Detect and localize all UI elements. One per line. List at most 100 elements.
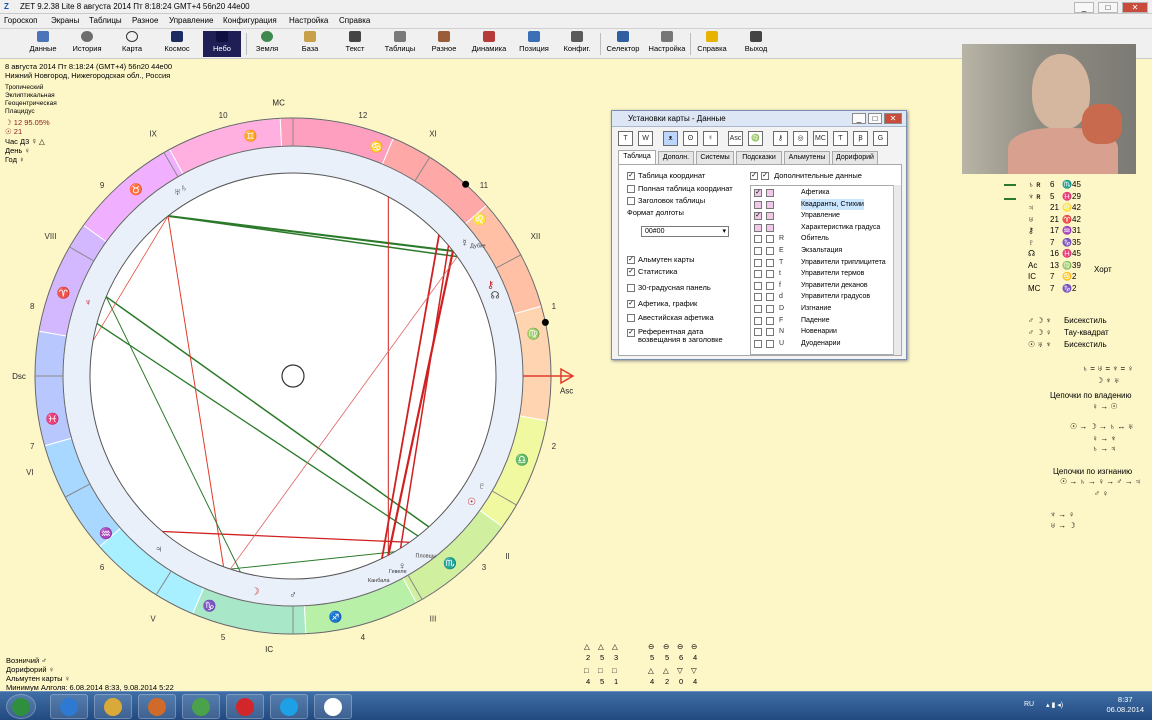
dialog-tool-button[interactable]: ♍ [748, 131, 763, 146]
taskbar-clock[interactable]: 8:37 06.08.2014 [1106, 695, 1144, 715]
item-checkbox[interactable] [766, 281, 774, 290]
extra-data-item[interactable]: T Управители триплицитета [751, 257, 897, 269]
dialog-tool-button[interactable]: ⚷ [773, 131, 788, 146]
language-indicator[interactable]: RU [1024, 701, 1034, 708]
dialog-tool-button[interactable]: Asc [728, 131, 743, 146]
option-checkbox[interactable]: ✓ [627, 268, 635, 277]
taskbar-media-button[interactable] [138, 694, 176, 719]
item-checkbox[interactable] [766, 258, 774, 267]
item-checkbox[interactable] [766, 293, 774, 302]
option-checkbox[interactable]: ✓ [627, 172, 635, 181]
extra-data-item[interactable]: t Управители термов [751, 268, 897, 280]
natal-chart-wheel[interactable]: ♊♉♈♓♒♑♐♏♎♍♌♋1098765 43211112IXVIIIVIVXIXI… [0, 0, 600, 690]
dialog-minimize-button[interactable]: _ [852, 113, 866, 124]
item-checkbox[interactable] [766, 247, 774, 255]
item-checkbox[interactable] [766, 305, 774, 313]
option-checkbox[interactable]: ✓ [627, 329, 635, 338]
item-checkbox[interactable] [766, 328, 774, 337]
option-row[interactable]: ✓ Афетика, график [627, 299, 697, 309]
dialog-tab[interactable]: Системы [696, 151, 734, 164]
extra-data-item[interactable]: R Обитель [751, 233, 897, 245]
item-checkbox[interactable] [754, 258, 762, 267]
toolbar-exit[interactable]: Выход [742, 31, 770, 57]
item-checkbox[interactable] [754, 316, 762, 325]
option-row[interactable]: ✓ Таблица координат [627, 171, 705, 181]
dialog-close-button[interactable]: ✕ [884, 113, 902, 124]
item-checkbox[interactable] [754, 328, 762, 337]
item-checkbox[interactable] [754, 200, 762, 209]
item-checkbox[interactable] [766, 212, 774, 221]
item-checkbox[interactable] [766, 270, 774, 279]
extra-data-item[interactable]: Квадранты, Стихии [751, 198, 897, 211]
item-checkbox[interactable] [766, 189, 774, 197]
dialog-tool-button[interactable]: W [638, 131, 653, 146]
extra-data-item[interactable]: E Экзальтация [751, 245, 897, 257]
taskbar-start-button[interactable] [6, 694, 36, 719]
extra-data-item[interactable]: N Новенарии [751, 326, 897, 338]
option-checkbox[interactable] [627, 284, 635, 293]
extra-data-item[interactable]: ✓ Афетика [751, 187, 897, 199]
extra-data-item[interactable]: d Управители градусов [751, 291, 897, 303]
option-checkbox[interactable]: ✓ [627, 256, 635, 265]
item-checkbox[interactable] [754, 281, 762, 290]
item-checkbox[interactable] [754, 305, 762, 313]
extra-data-item[interactable]: f Управители деканов [751, 280, 897, 292]
dialog-tool-button[interactable]: ʘ [683, 131, 698, 146]
extra-data-item[interactable]: D Изгнание [751, 303, 897, 315]
item-checkbox[interactable] [754, 339, 762, 348]
dialog-tab[interactable]: Дорифорий [832, 151, 878, 164]
dialog-tab[interactable]: Подсказки [736, 151, 782, 164]
dialog-tool-button[interactable]: MC [813, 131, 828, 146]
dialog-tool-button[interactable]: ◎ [793, 131, 808, 146]
item-checkbox[interactable]: ✓ [754, 212, 762, 221]
item-checkbox[interactable] [754, 223, 762, 232]
option-row[interactable]: ✓ Референтная дата возвещания в заголовке [627, 328, 738, 344]
option-checkbox[interactable] [627, 185, 635, 194]
dialog-tab[interactable]: Альмутены [784, 151, 830, 164]
item-checkbox[interactable] [754, 270, 762, 279]
taskbar-explorer-button[interactable] [94, 694, 132, 719]
option-row[interactable]: 30-градусная панель [627, 283, 711, 293]
list-scrollbar[interactable] [893, 185, 901, 355]
item-checkbox[interactable]: ✓ [754, 189, 762, 197]
taskbar-chrome-button[interactable] [182, 694, 220, 719]
dialog-maximize-button[interactable]: □ [868, 113, 882, 124]
taskbar-ie-button[interactable] [50, 694, 88, 719]
close-button[interactable]: ✕ [1122, 2, 1148, 13]
dialog-tool-button[interactable]: G [873, 131, 888, 146]
extra-data-item[interactable]: ✓ Управление [751, 210, 897, 222]
taskbar-skype-button[interactable] [270, 694, 308, 719]
extra-data-item[interactable]: Характеристика градуса [751, 222, 897, 234]
maximize-button[interactable]: □ [1098, 2, 1118, 13]
taskbar-opera-button[interactable] [226, 694, 264, 719]
toolbar-help[interactable]: Справка [695, 31, 729, 57]
extra-data-item[interactable]: U Дуоденарии [751, 338, 897, 350]
dialog-tab[interactable]: Таблица [618, 150, 656, 164]
option-checkbox[interactable]: ✓ [627, 300, 635, 309]
dialog-tool-button[interactable]: Ƭ [833, 131, 848, 146]
item-checkbox[interactable] [754, 293, 762, 302]
option-row[interactable]: Формат долготы [627, 208, 684, 217]
toolbar-settings[interactable]: Настройка [647, 31, 687, 57]
item-checkbox[interactable] [766, 200, 774, 209]
toolbar-selector[interactable]: Селектор [605, 31, 641, 57]
option-row[interactable]: ✓ Статистика [627, 267, 677, 277]
option-row[interactable]: Заголовок таблицы [627, 196, 705, 206]
item-checkbox[interactable] [754, 235, 762, 244]
extra-data-item[interactable]: F Падение [751, 315, 897, 327]
dialog-tool-button[interactable]: ᴥ [663, 131, 678, 146]
item-checkbox[interactable] [766, 316, 774, 325]
option-row[interactable]: Авестийская афетика [627, 313, 714, 323]
item-checkbox[interactable] [766, 235, 774, 244]
option-checkbox[interactable] [627, 314, 635, 323]
tray-icons[interactable]: ▴ ▮ ◂) [1046, 701, 1063, 709]
item-checkbox[interactable] [766, 223, 774, 232]
item-checkbox[interactable] [754, 247, 762, 255]
option-row[interactable]: ✓ Альмутен карты [627, 255, 694, 265]
item-checkbox[interactable] [766, 339, 774, 348]
longitude-format-select[interactable]: 00#00 ▾ [641, 226, 729, 237]
minimize-button[interactable]: _ [1074, 2, 1094, 13]
dialog-tool-button[interactable]: ☿ [703, 131, 718, 146]
dialog-tab[interactable]: Дополн. [658, 151, 694, 164]
dialog-tool-button[interactable]: Ꞵ [853, 131, 868, 146]
